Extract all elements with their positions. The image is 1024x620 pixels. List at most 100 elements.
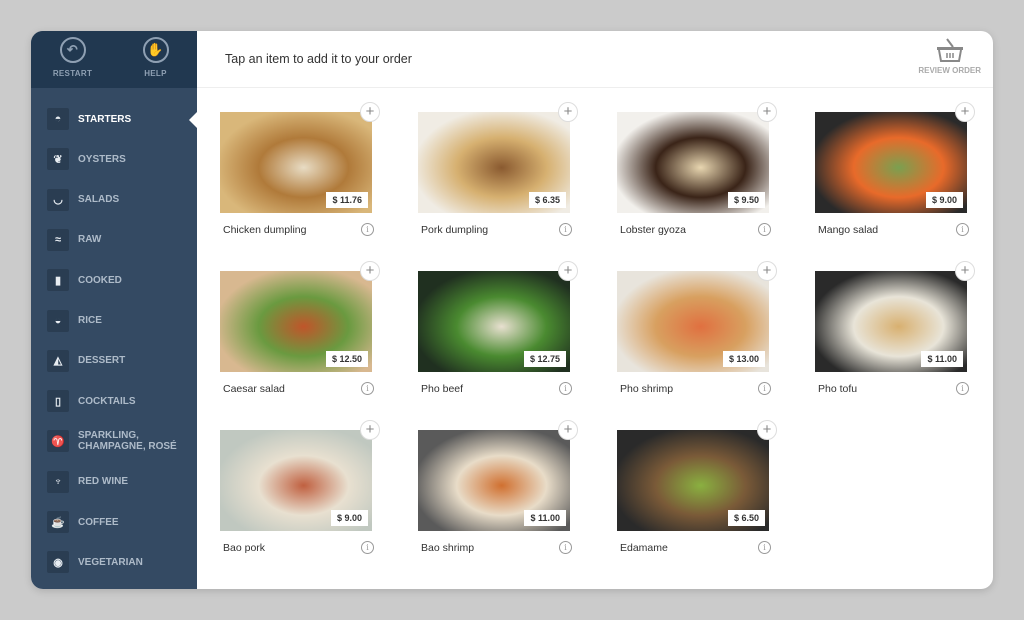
info-icon[interactable]: i bbox=[758, 382, 771, 395]
menu-item-card[interactable]: $ 6.50 + Edamame i bbox=[617, 420, 777, 570]
app-window: ↶ RESTART ✋ HELP ◓ STARTERS ❦ OYSTERS ◡ SALADS ≈… bbox=[31, 31, 993, 589]
sidebar-item-sparkling-champagne-ros-[interactable]: ♈ SPARKLING, CHAMPAGNE, ROSÉ bbox=[47, 429, 197, 453]
menu-item-card[interactable]: $ 12.75 + Pho beef i bbox=[418, 261, 578, 411]
info-icon[interactable]: i bbox=[559, 223, 572, 236]
review-order-button[interactable]: REVIEW ORDER bbox=[918, 37, 981, 75]
add-item-button[interactable]: + bbox=[955, 261, 975, 281]
item-name: Lobster gyoza bbox=[620, 224, 686, 236]
menu-item-card[interactable]: $ 12.50 + Caesar salad i bbox=[220, 261, 380, 411]
item-name: Edamame bbox=[620, 542, 668, 554]
menu-item-card[interactable]: $ 9.00 + Mango salad i bbox=[815, 102, 975, 252]
restart-button[interactable]: ↶ RESTART bbox=[31, 31, 114, 88]
cocktail-icon: ▯ bbox=[47, 390, 69, 413]
sidebar-item-red-wine[interactable]: ♆ RED WINE bbox=[47, 470, 197, 494]
info-icon[interactable]: i bbox=[758, 541, 771, 554]
oyster-icon: ❦ bbox=[47, 148, 69, 171]
food-image[interactable]: $ 11.76 bbox=[220, 112, 372, 213]
sidebar-item-salads[interactable]: ◡ SALADS bbox=[47, 188, 197, 212]
price-tag: $ 11.76 bbox=[326, 192, 368, 208]
leaf-icon: ◉ bbox=[47, 551, 69, 574]
price-tag: $ 12.75 bbox=[523, 351, 566, 367]
sidebar-item-label: COFFEE bbox=[78, 516, 119, 528]
menu-item-card[interactable]: $ 13.00 + Pho shrimp i bbox=[617, 261, 777, 411]
menu-item-card[interactable]: $ 9.50 + Lobster gyoza i bbox=[617, 102, 777, 252]
info-icon[interactable]: i bbox=[559, 541, 572, 554]
salad-bowl-icon: ◡ bbox=[47, 188, 69, 211]
add-item-button[interactable]: + bbox=[757, 420, 777, 440]
coffee-cup-icon: ☕ bbox=[47, 511, 69, 533]
menu-item-card[interactable]: $ 11.00 + Pho tofu i bbox=[815, 261, 975, 411]
sidebar-item-label: DESSERT bbox=[78, 355, 126, 367]
price-tag: $ 11.00 bbox=[524, 510, 566, 526]
sidebar-item-dessert[interactable]: ◭ DESSERT bbox=[47, 349, 197, 373]
price-tag: $ 11.00 bbox=[921, 351, 963, 367]
champagne-icon: ♈ bbox=[47, 430, 69, 453]
wine-glass-icon: ♆ bbox=[47, 470, 69, 493]
sidebar-item-raw[interactable]: ≈ RAW bbox=[47, 228, 197, 252]
hand-icon: ✋ bbox=[142, 37, 169, 63]
food-image[interactable]: $ 9.50 bbox=[617, 112, 769, 213]
menu-item-card[interactable]: $ 11.76 + Chicken dumpling i bbox=[220, 102, 380, 252]
add-item-button[interactable]: + bbox=[955, 102, 975, 122]
undo-arrow-icon: ↶ bbox=[59, 37, 86, 63]
rice-bowl-icon: ◒ bbox=[47, 309, 69, 332]
item-name: Pho tofu bbox=[818, 383, 858, 395]
sidebar-item-vegetarian[interactable]: ◉ VEGETARIAN bbox=[47, 550, 197, 574]
sidebar-item-label: VEGETARIAN bbox=[78, 556, 143, 568]
content-header: Tap an item to add it to your order REVI… bbox=[197, 31, 993, 88]
item-name: Bao pork bbox=[223, 542, 266, 554]
food-image[interactable]: $ 11.00 bbox=[418, 430, 570, 531]
item-name: Caesar salad bbox=[223, 383, 285, 395]
sidebar-item-label: STARTERS bbox=[78, 113, 132, 125]
taco-icon: ◓ bbox=[47, 108, 69, 130]
info-icon[interactable]: i bbox=[361, 223, 374, 236]
menu-item-card[interactable]: $ 6.35 + Pork dumpling i bbox=[418, 102, 578, 252]
food-image[interactable]: $ 9.00 bbox=[220, 430, 372, 531]
food-image[interactable]: $ 13.00 bbox=[617, 271, 769, 372]
sidebar-item-starters[interactable]: ◓ STARTERS bbox=[47, 107, 197, 131]
menu-item-card[interactable]: $ 11.00 + Bao shrimp i bbox=[418, 420, 578, 570]
info-icon[interactable]: i bbox=[956, 223, 969, 236]
add-item-button[interactable]: + bbox=[757, 102, 777, 122]
add-item-button[interactable]: + bbox=[558, 420, 578, 440]
info-icon[interactable]: i bbox=[956, 382, 969, 395]
add-item-button[interactable]: + bbox=[558, 261, 578, 281]
food-image[interactable]: $ 12.50 bbox=[220, 271, 372, 372]
review-order-label: REVIEW ORDER bbox=[918, 66, 981, 75]
info-icon[interactable]: i bbox=[559, 382, 572, 395]
restart-label: RESTART bbox=[52, 69, 93, 78]
info-icon[interactable]: i bbox=[758, 223, 771, 236]
basket-icon bbox=[936, 38, 963, 62]
add-item-button[interactable]: + bbox=[360, 420, 380, 440]
food-image[interactable]: $ 6.50 bbox=[617, 430, 769, 531]
add-item-button[interactable]: + bbox=[360, 261, 380, 281]
food-image[interactable]: $ 9.00 bbox=[815, 112, 967, 213]
food-image[interactable]: $ 12.75 bbox=[418, 271, 570, 372]
sidebar-item-coffee[interactable]: ☕ COFFEE bbox=[47, 510, 197, 534]
info-icon[interactable]: i bbox=[361, 382, 374, 395]
add-item-button[interactable]: + bbox=[360, 102, 380, 122]
add-item-button[interactable]: + bbox=[757, 261, 777, 281]
pot-icon: ▮ bbox=[47, 269, 69, 292]
sidebar-item-label: RAW bbox=[78, 234, 102, 246]
item-name: Bao shrimp bbox=[421, 542, 475, 554]
sidebar-item-oysters[interactable]: ❦ OYSTERS bbox=[47, 147, 197, 171]
sidebar-header: ↶ RESTART ✋ HELP bbox=[31, 31, 197, 88]
item-name: Chicken dumpling bbox=[223, 224, 307, 236]
help-button[interactable]: ✋ HELP bbox=[114, 31, 197, 88]
sidebar-item-rice[interactable]: ◒ RICE bbox=[47, 309, 197, 333]
add-item-button[interactable]: + bbox=[558, 102, 578, 122]
item-name: Pho beef bbox=[421, 383, 464, 395]
food-image[interactable]: $ 6.35 bbox=[418, 112, 570, 213]
menu-item-card[interactable]: $ 9.00 + Bao pork i bbox=[220, 420, 380, 570]
sidebar-item-cooked[interactable]: ▮ COOKED bbox=[47, 268, 197, 292]
price-tag: $ 9.00 bbox=[925, 192, 963, 208]
active-indicator bbox=[189, 112, 197, 128]
item-name: Mango salad bbox=[818, 224, 879, 236]
food-image[interactable]: $ 11.00 bbox=[815, 271, 967, 372]
sidebar-item-label: RICE bbox=[78, 315, 102, 326]
sidebar-item-label: SALADS bbox=[78, 194, 120, 206]
price-tag: $ 12.50 bbox=[325, 351, 368, 367]
info-icon[interactable]: i bbox=[361, 541, 374, 554]
sidebar-item-cocktails[interactable]: ▯ COCKTAILS bbox=[47, 389, 197, 413]
